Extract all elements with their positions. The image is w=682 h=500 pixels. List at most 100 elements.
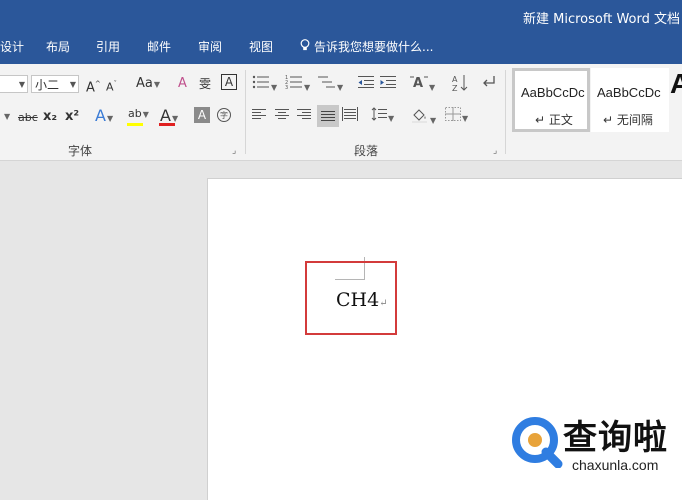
ribbon: ▼ 小二 ▼ A^ Aˇ Aa▼ A 雯 A ▼ abc x₂ x² A▼ ab… — [0, 64, 682, 161]
align-left-icon — [252, 109, 266, 119]
grow-font-icon: A — [86, 80, 95, 96]
title-bar: 新建 Microsoft Word 文档 设计 布局 引用 邮件 审阅 视图 告… — [0, 0, 682, 64]
style-name: ↵ 正文 — [535, 113, 573, 127]
character-border-button[interactable]: A — [221, 74, 237, 94]
line-spacing-icon — [371, 107, 387, 121]
shading-button[interactable]: ▼ — [411, 107, 436, 127]
tab-design[interactable]: 设计 — [0, 38, 24, 55]
text-effects-icon: A — [95, 106, 106, 125]
align-right-icon — [297, 109, 311, 119]
style-name: ↵ 无间隔 — [603, 113, 653, 127]
decrease-indent-button[interactable] — [358, 75, 374, 95]
chinese-layout-button[interactable]: A ▼ — [410, 74, 435, 94]
window-title: 新建 Microsoft Word 文档 — [523, 12, 680, 27]
svg-text:字: 字 — [220, 110, 228, 120]
tell-me-label: 告诉我您想要做什么... — [314, 40, 434, 54]
svg-text:A: A — [452, 75, 458, 84]
style-heading-preview[interactable]: A — [670, 68, 682, 100]
font-color-swatch — [159, 123, 175, 126]
paragraph-dialog-launcher-icon[interactable]: ⌟ — [493, 146, 497, 156]
text-effects-button[interactable]: A▼ — [95, 107, 113, 127]
tab-references[interactable]: 引用 — [96, 38, 120, 55]
font-dialog-launcher-icon[interactable]: ⌟ — [232, 146, 236, 156]
superscript-icon: x² — [65, 109, 80, 124]
style-preview: AaBbCcDc — [597, 85, 661, 100]
tab-view[interactable]: 视图 — [249, 38, 273, 55]
eraser-icon: A — [178, 76, 187, 91]
highlighter-icon: ab — [128, 107, 142, 120]
group-divider — [505, 70, 506, 154]
phonetic-guide-icon: 雯 — [199, 77, 212, 91]
subscript-button[interactable]: x₂ — [43, 108, 57, 128]
superscript-button[interactable]: x² — [65, 108, 79, 128]
svg-text:Z: Z — [452, 84, 458, 92]
chinese-layout-icon: A — [410, 76, 428, 91]
group-divider — [245, 70, 246, 154]
change-case-icon: Aa — [136, 76, 153, 91]
chevron-down-icon: ▼ — [69, 80, 76, 89]
line-spacing-button[interactable]: ▼ — [371, 107, 394, 127]
increase-indent-button[interactable] — [380, 75, 396, 95]
shrink-font-icon: A — [106, 80, 114, 94]
align-center-button[interactable] — [275, 108, 289, 128]
svg-text:3: 3 — [285, 85, 288, 90]
align-right-button[interactable] — [297, 108, 311, 128]
chevron-down-icon[interactable]: ▼ — [4, 108, 10, 128]
font-size-value: 小二 — [35, 78, 60, 92]
increase-indent-icon — [380, 76, 396, 88]
multilevel-list-button[interactable]: ▼ — [318, 74, 343, 94]
strikethrough-button[interactable]: abc — [18, 109, 38, 129]
phonetic-guide-button[interactable]: 雯 — [199, 75, 211, 95]
font-name-combo[interactable]: ▼ — [0, 75, 28, 93]
clear-formatting-button[interactable]: A — [178, 75, 187, 95]
font-size-combo[interactable]: 小二 ▼ — [31, 75, 79, 93]
tell-me-search[interactable]: 告诉我您想要做什么... — [300, 38, 433, 55]
character-shading-icon: A — [194, 107, 210, 123]
tab-mailings[interactable]: 邮件 — [147, 38, 171, 55]
document-text[interactable]: CH4↵ — [336, 289, 388, 311]
highlight-color-button[interactable]: ab▼ — [128, 105, 149, 125]
chaxunla-logo-icon — [512, 417, 563, 468]
character-border-icon: A — [221, 74, 237, 90]
bullets-icon — [252, 75, 269, 89]
grow-font-button[interactable]: A^ — [86, 75, 101, 95]
chevron-down-icon: ▼ — [18, 80, 25, 89]
multilevel-list-icon — [318, 76, 335, 88]
highlight-color-swatch — [127, 123, 143, 126]
borders-icon — [445, 107, 461, 121]
tab-review[interactable]: 审阅 — [198, 38, 222, 55]
borders-button[interactable]: ▼ — [445, 107, 468, 127]
font-group-label: 字体 — [68, 144, 93, 158]
tab-layout[interactable]: 布局 — [46, 38, 70, 55]
paragraph-mark-icon: ↵ — [379, 298, 388, 309]
shrink-font-button[interactable]: Aˇ — [106, 75, 117, 95]
bullets-button[interactable]: ▼ — [252, 74, 277, 94]
numbering-button[interactable]: 1 2 3 ▼ — [285, 74, 310, 94]
subscript-icon: x₂ — [43, 109, 58, 124]
lightbulb-icon — [300, 39, 310, 54]
paragraph-group-label: 段落 — [354, 144, 379, 158]
show-hide-marks-button[interactable] — [482, 75, 496, 95]
decrease-indent-icon — [358, 76, 374, 88]
justify-icon — [321, 111, 335, 121]
strikethrough-icon: abc — [18, 111, 38, 124]
style-normal[interactable]: AaBbCcDc ↵ 正文 — [512, 68, 590, 132]
sort-icon: AZ — [452, 75, 468, 93]
enclose-characters-icon: 字 — [217, 108, 231, 122]
watermark-brand: 查询啦 — [563, 418, 668, 458]
sort-button[interactable]: AZ — [452, 74, 468, 94]
enclose-characters-button[interactable]: 字 — [216, 107, 232, 127]
character-shading-button[interactable]: A — [194, 107, 210, 127]
watermark-url: chaxunla.com — [572, 457, 659, 473]
distributed-icon — [342, 107, 358, 121]
style-preview: AaBbCcDc — [521, 85, 585, 100]
distributed-button[interactable] — [342, 107, 358, 127]
style-no-spacing[interactable]: AaBbCcDc ↵ 无间隔 — [591, 68, 669, 132]
svg-text:A: A — [413, 76, 423, 90]
paint-bucket-icon — [412, 109, 427, 123]
change-case-button[interactable]: Aa▼ — [136, 75, 160, 95]
justify-button[interactable] — [317, 105, 339, 127]
align-left-button[interactable] — [252, 108, 266, 128]
align-center-icon — [275, 109, 289, 119]
numbering-icon: 123 — [285, 75, 302, 91]
